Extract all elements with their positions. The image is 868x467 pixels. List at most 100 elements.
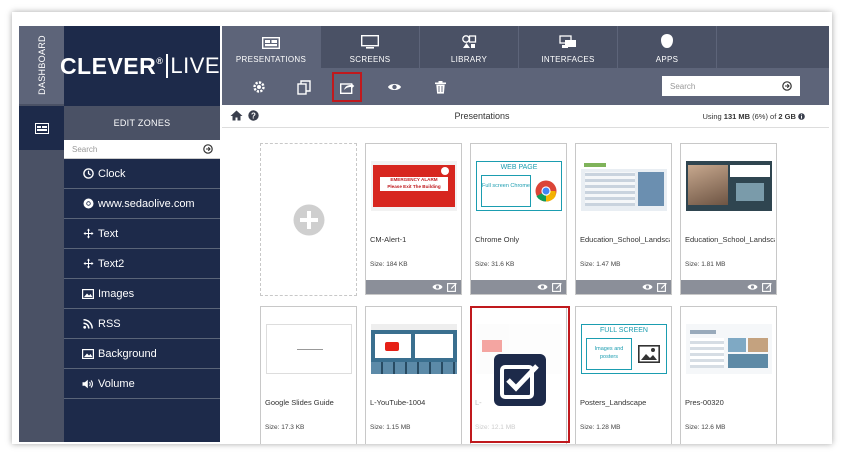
zone-item-background[interactable]: Background [64, 339, 220, 369]
zones-panel-icon[interactable] [19, 106, 64, 150]
card-footer [471, 280, 566, 294]
share-icon[interactable] [332, 72, 362, 102]
tab-interfaces[interactable]: INTERFACES [519, 26, 618, 68]
presentation-card[interactable]: Google Slides Guide Size: 17.3 KB [260, 306, 357, 444]
thumb-title: FULL SCREEN [600, 327, 648, 334]
tab-presentations[interactable]: PRESENTATIONS [222, 26, 321, 68]
top-nav: PRESENTATIONS SCREENS LIBRARY INTERFACES APP… [222, 26, 829, 68]
tab-library[interactable]: LIBRARY [420, 26, 519, 68]
presentation-size: Size: 1.15 MB [370, 424, 411, 431]
presentation-size: Size: 17.3 KB [265, 424, 305, 431]
plus-circle-icon [293, 204, 324, 235]
zone-item-volume[interactable]: Volume [64, 369, 220, 399]
edit-icon[interactable] [552, 282, 562, 292]
presentation-size: Size: 1.28 MB [580, 424, 621, 431]
thumb-alarm-subtext: Please Exit The Building [387, 183, 441, 189]
image-icon [82, 288, 94, 300]
screens-icon [360, 34, 380, 51]
presentation-thumbnail: FULL SCREEN Images and posters [581, 324, 667, 374]
preview-icon[interactable] [642, 283, 653, 291]
preview-icon[interactable] [747, 283, 758, 291]
zone-item-label: RSS [98, 317, 121, 330]
thumb-text: Full screen Chrome [481, 175, 531, 207]
zone-item-label: Text [98, 227, 119, 240]
edit-icon[interactable] [762, 282, 772, 292]
checkbox-checked-icon[interactable] [494, 354, 546, 406]
library-icon [461, 35, 477, 51]
preview-icon[interactable] [382, 75, 406, 99]
image-icon [638, 345, 660, 363]
presentation-card[interactable]: WEB PAGE Full screen Chrome Chrome Only … [470, 143, 567, 295]
toolbar: Search [222, 68, 829, 105]
presentation-thumbnail [371, 324, 457, 374]
card-footer [576, 280, 671, 294]
presentation-card[interactable]: FULL SCREEN Images and posters Posters_L… [575, 306, 672, 444]
preview-icon[interactable] [432, 283, 443, 291]
presentation-search-placeholder: Search [670, 81, 696, 91]
tab-label: APPS [655, 55, 679, 64]
image-icon [82, 348, 94, 360]
zone-item-clock[interactable]: Clock [64, 159, 220, 189]
presentation-size: Size: 31.6 KB [475, 261, 515, 268]
presentation-name: Pres-00320 [685, 398, 724, 407]
info-icon[interactable] [798, 113, 805, 120]
rss-icon [82, 318, 94, 330]
presentation-search-input[interactable]: Search [662, 76, 800, 96]
duplicate-icon[interactable] [292, 75, 316, 99]
zones-search-placeholder: Search [72, 144, 98, 154]
zone-item-label: Clock [98, 167, 126, 180]
preview-icon[interactable] [537, 283, 548, 291]
logo-live: LIVE [166, 54, 225, 78]
presentation-thumbnail [686, 324, 772, 374]
zone-list: Clock www.sedaolive.com Text Text2 Images RSS… [64, 159, 220, 399]
presentation-name: CM-Alert-1 [370, 235, 407, 244]
presentation-name: Chrome Only [475, 235, 520, 244]
zone-item-www-sedaolive-com[interactable]: www.sedaolive.com [64, 189, 220, 219]
presentation-card[interactable]: Pres-00320 Size: 12.6 MB [680, 306, 777, 444]
zone-item-text[interactable]: Text [64, 219, 220, 249]
presentation-card[interactable]: Education_School_Landscape Size: 1.81 MB [680, 143, 777, 295]
chrome-icon [82, 198, 94, 210]
zones-search-input[interactable]: Search [64, 140, 220, 159]
card-footer [681, 280, 776, 294]
tab-apps[interactable]: APPS [618, 26, 717, 68]
zone-item-label: Images [98, 287, 135, 300]
delete-icon[interactable] [428, 75, 452, 99]
clock-icon [82, 168, 94, 180]
add-presentation-button[interactable] [260, 143, 357, 296]
arrow-circle-icon[interactable] [203, 144, 213, 154]
tab-label: INTERFACES [541, 55, 595, 64]
presentation-card[interactable]: L-YouTube-1004 Size: 1.15 MB [365, 306, 462, 444]
app-window: DASHBOARD CLEVER ® LIVE EDIT ZONES Search… [12, 12, 832, 444]
storage-usage: Using 131 MB (6%) of 2 GB [703, 112, 805, 121]
edit-icon[interactable] [447, 282, 457, 292]
presentation-size: Size: 184 KB [370, 261, 408, 268]
move-icon [82, 258, 94, 270]
presentation-thumbnail: EMERGENCY ALARM Please Exit The Building [371, 161, 457, 211]
settings-icon[interactable] [247, 75, 271, 99]
zone-item-text2[interactable]: Text2 [64, 249, 220, 279]
logo-brand: CLEVER [59, 52, 157, 79]
presentation-name: Google Slides Guide [265, 398, 334, 407]
tab-label: PRESENTATIONS [235, 55, 307, 64]
zone-item-label: Text2 [98, 257, 125, 270]
dashboard-label: DASHBOARD [36, 35, 47, 95]
presentation-name: Education_School_Landscape [580, 235, 670, 244]
usage-prefix: Using [702, 112, 724, 121]
logo-reg: ® [156, 56, 164, 66]
tab-screens[interactable]: SCREENS [321, 26, 420, 68]
zone-item-images[interactable]: Images [64, 279, 220, 309]
edit-icon[interactable] [657, 282, 667, 292]
presentation-thumbnail [686, 161, 772, 211]
arrow-circle-icon[interactable] [782, 81, 792, 91]
zone-item-rss[interactable]: RSS [64, 309, 220, 339]
presentation-name: Education_School_Landscape [685, 235, 775, 244]
zone-item-label: www.sedaolive.com [98, 197, 195, 210]
presentation-thumbnail [266, 324, 352, 374]
tab-label: LIBRARY [450, 55, 488, 64]
zone-item-label: Background [98, 347, 157, 360]
dashboard-tab[interactable]: DASHBOARD [19, 26, 64, 104]
dashboard-strip: DASHBOARD [19, 26, 64, 442]
presentation-card[interactable]: Education_School_Landscape Size: 1.47 MB [575, 143, 672, 295]
presentation-card[interactable]: EMERGENCY ALARM Please Exit The Building… [365, 143, 462, 295]
